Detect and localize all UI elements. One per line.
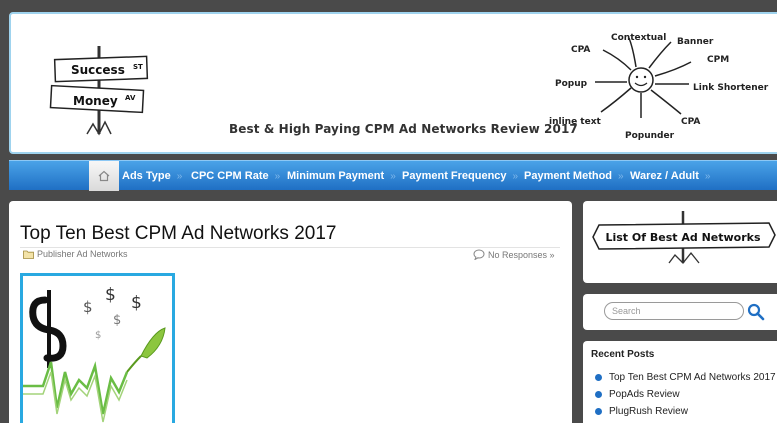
post-category-label: Publisher Ad Networks — [37, 249, 128, 259]
svg-text:$: $ — [113, 313, 121, 328]
site-tagline: Best & High Paying CPM Ad Networks Revie… — [229, 122, 578, 136]
comment-icon — [473, 249, 485, 260]
site-logo[interactable]: Success ST Money AV — [43, 42, 153, 142]
nav-item-ads-type[interactable]: Ads Type» — [122, 161, 182, 191]
bullet-icon — [595, 391, 602, 398]
diagram-label-popup: Popup — [555, 79, 588, 89]
home-icon — [98, 170, 110, 182]
site-header: Success ST Money AV Best & High Paying C… — [9, 12, 777, 154]
sidebar-banner-box: List Of Best Ad Networks — [583, 201, 777, 283]
diagram-label-cpa-bottom: CPA — [681, 117, 700, 127]
recent-posts-title: Recent Posts — [591, 349, 655, 360]
logo-sign-bottom: Money — [73, 94, 118, 108]
post-thumbnail[interactable]: $ $ $ $ $ — [20, 273, 175, 423]
main-nav: Ads Type» CPC CPM Rate» Minimum Payment»… — [9, 160, 777, 191]
nav-item-label: Minimum Payment — [287, 170, 385, 182]
logo-sign-top-sup: ST — [133, 63, 143, 71]
nav-item-minimum-payment[interactable]: Minimum Payment» — [287, 161, 396, 191]
svg-text:$: $ — [95, 330, 101, 341]
nav-item-label: CPC CPM Rate — [191, 170, 269, 182]
diagram-label-banner: Banner — [677, 37, 714, 47]
nav-item-payment-method[interactable]: Payment Method» — [524, 161, 624, 191]
recent-posts-list: Top Ten Best CPM Ad Networks 2017 PopAds… — [595, 369, 776, 420]
sidebar-recent-posts: Recent Posts Top Ten Best CPM Ad Network… — [583, 341, 777, 423]
nav-item-cpc-cpm-rate[interactable]: CPC CPM Rate» — [191, 161, 280, 191]
diagram-label-cpm: CPM — [707, 55, 729, 65]
post-title[interactable]: Top Ten Best CPM Ad Networks 2017 — [20, 223, 336, 245]
nav-item-warez-adult[interactable]: Warez / Adult» — [630, 161, 710, 191]
post-content: Top Ten Best CPM Ad Networks 2017 Publis… — [9, 201, 572, 423]
money-growth-illustration: $ $ $ $ $ — [23, 285, 166, 423]
nav-item-label: Payment Frequency — [402, 170, 507, 182]
nav-item-label: Payment Method — [524, 170, 613, 182]
meta-divider — [20, 247, 560, 248]
search-input[interactable]: Search — [604, 302, 744, 320]
sidebar-search-box: Search — [583, 294, 777, 330]
folder-icon — [23, 250, 34, 259]
bullet-icon — [595, 374, 602, 381]
recent-post-item[interactable]: PlugRush Review — [595, 403, 776, 420]
logo-sign-top: Success — [71, 63, 125, 77]
recent-post-link[interactable]: PopAds Review — [609, 386, 680, 403]
svg-text:$: $ — [105, 285, 116, 305]
diagram-label-inline-text: inline text — [549, 117, 602, 127]
recent-post-item[interactable]: PopAds Review — [595, 386, 776, 403]
diagram-label-popunder: Popunder — [625, 131, 675, 141]
post-responses[interactable]: No Responses » — [473, 249, 555, 260]
recent-post-item[interactable]: Top Ten Best CPM Ad Networks 2017 — [595, 369, 776, 386]
diagram-label-cpa-top: CPA — [571, 45, 590, 55]
recent-post-link[interactable]: PlugRush Review — [609, 403, 688, 420]
sidebar-banner-text: List Of Best Ad Networks — [605, 231, 760, 244]
svg-text:$: $ — [131, 293, 142, 313]
ad-types-diagram: CPA Contextual Banner CPM Popup Link Sho… — [549, 33, 769, 141]
nav-item-label: Warez / Adult — [630, 170, 699, 182]
logo-sign-bottom-sup: AV — [125, 94, 136, 102]
diagram-label-link-shortener: Link Shortener — [693, 83, 769, 93]
nav-item-label: Ads Type — [122, 170, 171, 182]
bullet-icon — [595, 408, 602, 415]
best-ad-networks-banner[interactable]: List Of Best Ad Networks — [583, 201, 777, 283]
post-responses-label: No Responses » — [488, 249, 555, 260]
svg-text:$: $ — [83, 298, 93, 316]
nav-home-button[interactable] — [89, 161, 119, 191]
diagram-label-contextual: Contextual — [611, 33, 666, 43]
recent-post-link[interactable]: Top Ten Best CPM Ad Networks 2017 — [609, 369, 776, 386]
post-category[interactable]: Publisher Ad Networks — [23, 249, 128, 259]
search-icon[interactable] — [747, 303, 765, 321]
nav-item-payment-frequency[interactable]: Payment Frequency» — [402, 161, 518, 191]
